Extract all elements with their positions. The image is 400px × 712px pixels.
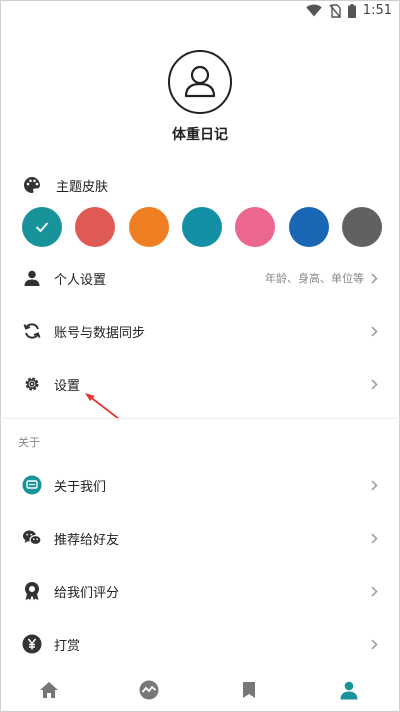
trend-icon [139,680,159,700]
chat-bubble-icon [22,475,42,495]
settings-label: 设置 [54,378,81,394]
chevron-right-icon [371,378,378,390]
menu-about-us[interactable]: 关于我们 [0,465,400,505]
swatch-pink[interactable] [235,207,275,247]
status-time: 1:51 [362,3,392,18]
theme-label: 主题皮肤 [56,179,109,195]
sync-icon [22,321,42,341]
theme-header: 主题皮肤 [22,175,108,195]
person-icon [22,268,42,288]
section-divider [0,418,400,419]
swatch-red[interactable] [75,207,115,247]
menu-personal-settings[interactable]: 个人设置 年龄、身高、单位等 [0,258,400,298]
check-icon [35,222,49,233]
no-sim-icon [329,3,341,18]
nav-trend[interactable] [139,680,159,700]
personal-settings-hint: 年龄、身高、单位等 [265,272,364,285]
palette-icon [24,177,40,193]
annotation-arrow [85,393,120,420]
profile-name: 体重日记 [172,127,228,143]
menu-tip[interactable]: 打赏 [0,624,400,664]
bookmark-icon [243,682,255,698]
battery-icon [347,3,356,18]
menu-settings[interactable]: 设置 [0,364,400,404]
about-section-title: 关于 [18,436,40,449]
chevron-right-icon [371,325,378,337]
personal-settings-label: 个人设置 [54,272,107,288]
nav-home[interactable] [39,680,59,700]
account-sync-label: 账号与数据同步 [54,325,146,341]
swatch-teal[interactable] [22,207,62,247]
chevron-right-icon [371,272,378,284]
swatch-gray[interactable] [342,207,382,247]
chevron-right-icon [371,479,378,491]
swatch-orange[interactable] [129,207,169,247]
swatch-cyan[interactable] [182,207,222,247]
bottom-nav [0,668,400,712]
nav-bookmark[interactable] [239,680,259,700]
yen-icon [22,634,42,654]
about-us-label: 关于我们 [54,479,107,495]
status-bar: 1:51 [0,0,400,24]
person-outline-icon [184,65,216,98]
avatar[interactable] [168,50,232,114]
menu-recommend-friends[interactable]: 推荐给好友 [0,518,400,558]
rating-icon [22,581,42,601]
theme-swatches [22,207,400,247]
home-icon [40,682,58,698]
menu-rate-us[interactable]: 给我们评分 [0,571,400,611]
chevron-right-icon [371,532,378,544]
chevron-right-icon [371,585,378,597]
person-icon [340,681,358,700]
rate-us-label: 给我们评分 [54,585,120,601]
chevron-right-icon [371,638,378,650]
wifi-icon [306,4,322,17]
tip-label: 打赏 [54,638,81,654]
nav-profile[interactable] [339,680,359,700]
recommend-friends-label: 推荐给好友 [54,532,120,548]
menu-account-sync[interactable]: 账号与数据同步 [0,311,400,351]
wechat-icon [22,528,42,548]
swatch-blue[interactable] [289,207,329,247]
gear-icon [22,374,42,394]
